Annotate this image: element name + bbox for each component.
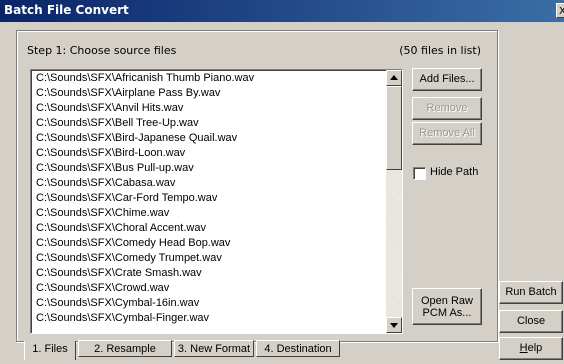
- list-item[interactable]: C:\Sounds\SFX\Bell Tree-Up.wav: [36, 116, 254, 131]
- run-batch-button[interactable]: Run Batch: [499, 281, 563, 304]
- scroll-down-button[interactable]: [386, 317, 402, 333]
- open-raw-label-line2: PCM As...: [422, 307, 472, 319]
- list-item[interactable]: C:\Sounds\SFX\Comedy Trumpet.wav: [36, 251, 254, 266]
- list-item[interactable]: C:\Sounds\SFX\Chime.wav: [36, 206, 254, 221]
- list-item[interactable]: C:\Sounds\SFX\Comedy Head Bop.wav: [36, 236, 254, 251]
- arrow-up-icon: [390, 75, 398, 80]
- tab-resample[interactable]: 2. Resample: [78, 340, 172, 357]
- help-mnemonic: H: [519, 342, 528, 354]
- list-item[interactable]: C:\Sounds\SFX\Crate Smash.wav: [36, 266, 254, 281]
- window-title: Batch File Convert: [4, 3, 129, 17]
- list-item[interactable]: C:\Sounds\SFX\Cabasa.wav: [36, 176, 254, 191]
- list-item[interactable]: C:\Sounds\SFX\Crowd.wav: [36, 281, 254, 296]
- list-item[interactable]: C:\Sounds\SFX\Bus Pull-up.wav: [36, 161, 254, 176]
- tab-files[interactable]: 1. Files: [24, 341, 76, 360]
- step-label: Step 1: Choose source files: [27, 44, 177, 57]
- scroll-thumb[interactable]: [386, 86, 402, 170]
- list-item[interactable]: C:\Sounds\SFX\Choral Accent.wav: [36, 221, 254, 236]
- hide-path-checkbox[interactable]: [413, 167, 426, 180]
- source-file-list[interactable]: C:\Sounds\SFX\Africanish Thumb Piano.wav…: [30, 69, 403, 334]
- list-item[interactable]: C:\Sounds\SFX\Africanish Thumb Piano.wav: [36, 71, 254, 86]
- help-label-rest: elp: [527, 342, 543, 354]
- list-item[interactable]: C:\Sounds\SFX\Car-Ford Tempo.wav: [36, 191, 254, 206]
- close-button[interactable]: Close: [499, 310, 563, 333]
- list-item[interactable]: C:\Sounds\SFX\Anvil Hits.wav: [36, 101, 254, 116]
- title-bar: Batch File Convert X: [0, 0, 564, 22]
- list-item[interactable]: C:\Sounds\SFX\Cymbal-16in.wav: [36, 296, 254, 311]
- remove-all-button[interactable]: Remove All: [412, 122, 482, 145]
- list-scrollbar[interactable]: [386, 70, 402, 333]
- arrow-down-icon: [390, 323, 398, 328]
- scroll-up-button[interactable]: [386, 70, 402, 86]
- tab-new-format[interactable]: 3. New Format: [174, 340, 254, 357]
- list-item[interactable]: C:\Sounds\SFX\Bird-Loon.wav: [36, 146, 254, 161]
- add-files-button[interactable]: Add Files...: [412, 68, 482, 91]
- list-item[interactable]: C:\Sounds\SFX\Airplane Pass By.wav: [36, 86, 254, 101]
- open-raw-label-line1: Open Raw: [421, 295, 473, 307]
- close-icon[interactable]: X: [556, 3, 564, 18]
- hide-path-label: Hide Path: [430, 166, 479, 178]
- list-item[interactable]: C:\Sounds\SFX\Cymbal-Finger.wav: [36, 311, 254, 326]
- tab-destination[interactable]: 4. Destination: [256, 340, 340, 357]
- file-count: (50 files in list): [399, 44, 481, 57]
- open-raw-pcm-button[interactable]: Open Raw PCM As...: [412, 288, 482, 325]
- remove-button[interactable]: Remove: [412, 97, 482, 120]
- help-button[interactable]: Help: [499, 337, 563, 360]
- list-item[interactable]: C:\Sounds\SFX\Bird-Japanese Quail.wav: [36, 131, 254, 146]
